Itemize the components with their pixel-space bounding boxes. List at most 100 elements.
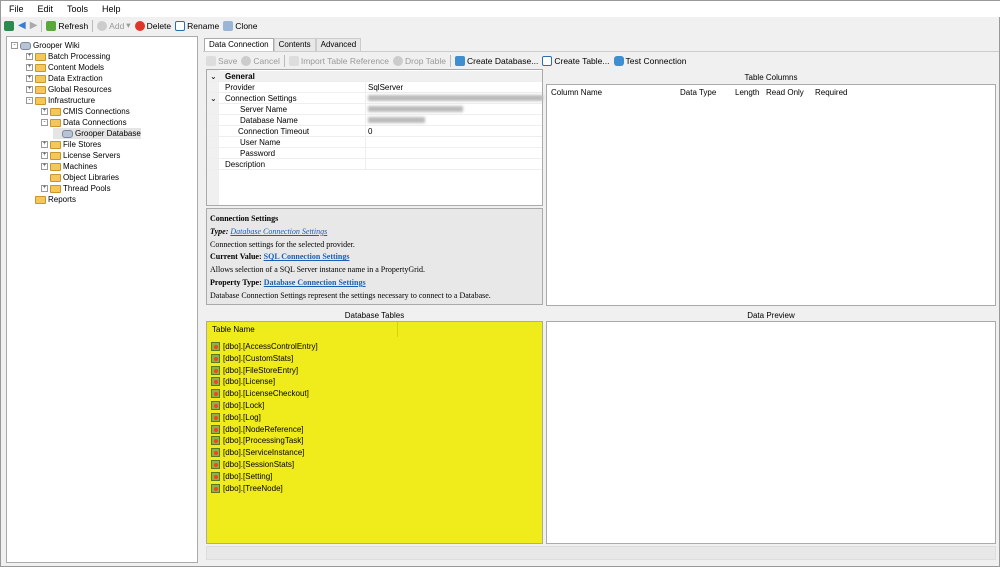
property-password[interactable]: Password — [207, 148, 542, 159]
table-list-item[interactable]: [dbo].[AccessControlEntry] — [211, 341, 318, 352]
back-icon[interactable]: ◀ — [18, 20, 26, 31]
data-preview-panel[interactable] — [546, 321, 996, 544]
tree-node[interactable]: + Batch Processing — [26, 51, 110, 62]
column-header[interactable]: Required — [815, 88, 847, 97]
property-provider[interactable]: Provider SqlServer — [207, 82, 542, 93]
tab-advanced[interactable]: Advanced — [315, 38, 362, 51]
table-list-item[interactable]: [dbo].[CustomStats] — [211, 353, 293, 364]
drop-table-button[interactable]: Drop Table — [393, 55, 446, 66]
database-test-icon — [613, 55, 624, 66]
property-grid[interactable]: ⌄ General Provider SqlServer ⌄ Connection S… — [206, 69, 543, 206]
expand-icon[interactable]: + — [41, 141, 48, 148]
property-connection-timeout[interactable]: Connection Timeout 0 — [207, 126, 542, 137]
column-header[interactable]: Data Type — [680, 88, 716, 97]
table-name-header[interactable]: Table Name — [212, 325, 255, 334]
expand-icon[interactable]: + — [41, 163, 48, 170]
tree-node[interactable]: - Data Connections — [41, 117, 127, 128]
node-tree[interactable]: - Grooper Wiki + Batch Processing + Content M… — [6, 36, 198, 563]
table-name: [dbo].[Setting] — [223, 471, 273, 481]
tree-node[interactable]: + Content Models — [26, 62, 104, 73]
table-list-item[interactable]: [dbo].[SessionStats] — [211, 459, 294, 470]
property-server-name[interactable]: Server Name — [207, 104, 542, 115]
current-value-link[interactable]: SQL Connection Settings — [264, 252, 350, 261]
tree-node[interactable]: + License Servers — [41, 150, 120, 161]
table-list-item[interactable]: [dbo].[Setting] — [211, 471, 272, 482]
type-link[interactable]: Database Connection Settings — [230, 227, 327, 236]
import-table-reference-button[interactable]: Import Table Reference — [288, 55, 389, 66]
table-list-item[interactable]: [dbo].[FileStoreEntry] — [211, 365, 298, 376]
expand-icon[interactable]: + — [26, 64, 33, 71]
tree-node[interactable]: Object Libraries — [41, 172, 119, 183]
property-database-name[interactable]: Database Name — [207, 115, 542, 126]
tab-contents[interactable]: Contents — [273, 38, 316, 51]
menu-edit[interactable]: Edit — [38, 4, 54, 14]
table-icon — [211, 401, 220, 410]
expand-icon[interactable]: + — [26, 86, 33, 93]
clone-button[interactable]: Clone — [223, 20, 258, 31]
test-connection-button[interactable]: Test Connection — [613, 55, 686, 66]
tree-node-label: Infrastructure — [48, 96, 96, 105]
database-tables-list[interactable]: Table Name [dbo].[AccessControlEntry] [db… — [206, 321, 543, 544]
tree-node[interactable]: + File Stores — [41, 139, 101, 150]
expand-icon[interactable]: + — [41, 108, 48, 115]
collapse-icon[interactable]: - — [11, 42, 18, 49]
add-icon — [97, 20, 108, 31]
tree-node[interactable]: Reports — [26, 194, 76, 205]
tree-node[interactable]: + Thread Pools — [41, 183, 111, 194]
cancel-button[interactable]: Cancel — [241, 55, 280, 66]
save-button[interactable]: Save — [206, 55, 237, 66]
create-database-button[interactable]: Create Database... — [455, 55, 538, 66]
tree-node[interactable]: + Data Extraction — [26, 73, 103, 84]
expand-icon[interactable]: + — [41, 185, 48, 192]
table-columns-list[interactable]: Column Name Data Type Length Read Only R… — [546, 84, 996, 306]
tree-node[interactable]: - Grooper Wiki — [11, 40, 80, 51]
table-icon — [211, 342, 220, 351]
add-button[interactable]: Add ▾ — [97, 20, 131, 31]
table-list-item[interactable]: [dbo].[ProcessingTask] — [211, 435, 303, 446]
table-name: [dbo].[License] — [223, 377, 276, 387]
forward-icon[interactable]: ▶ — [30, 20, 38, 31]
column-header[interactable]: Column Name — [551, 88, 602, 97]
create-table-button[interactable]: Create Table... — [542, 55, 610, 66]
table-list-item[interactable]: [dbo].[Lock] — [211, 400, 264, 411]
horizontal-scrollbar[interactable] — [206, 546, 996, 560]
main-toolbar: ◀ ▶ Refresh Add ▾ Delete Rename Clone — [1, 17, 1000, 34]
expand-icon[interactable]: + — [26, 75, 33, 82]
table-list-item[interactable]: [dbo].[TreeNode] — [211, 483, 283, 494]
expand-icon[interactable]: + — [26, 53, 33, 60]
table-list-item[interactable]: [dbo].[Log] — [211, 412, 261, 423]
table-list-item[interactable]: [dbo].[License] — [211, 376, 275, 387]
menu-help[interactable]: Help — [102, 4, 121, 14]
delete-button[interactable]: Delete — [134, 20, 171, 31]
property-type-link[interactable]: Database Connection Settings — [264, 278, 366, 287]
table-name: [dbo].[FileStoreEntry] — [223, 365, 299, 375]
collapse-icon[interactable]: - — [41, 119, 48, 126]
menu-tools[interactable]: Tools — [67, 4, 88, 14]
tree-node-label: Grooper Database — [75, 129, 141, 138]
tab-data-connection[interactable]: Data Connection — [204, 38, 274, 51]
rename-button[interactable]: Rename — [175, 20, 219, 31]
table-list-item[interactable]: [dbo].[NodeReference] — [211, 424, 304, 435]
column-header[interactable]: Read Only — [766, 88, 804, 97]
property-connection-settings[interactable]: ⌄ Connection Settings — [207, 93, 543, 104]
redacted-value — [368, 95, 543, 101]
property-description[interactable]: Description — [207, 159, 542, 170]
folder-icon — [35, 74, 46, 83]
tree-node[interactable]: + Global Resources — [26, 84, 112, 95]
tree-node[interactable]: - Infrastructure — [26, 95, 95, 106]
folder-icon — [35, 195, 46, 204]
refresh-button[interactable]: Refresh — [46, 20, 88, 31]
tree-node[interactable]: Grooper Database — [53, 128, 141, 139]
table-list-item[interactable]: [dbo].[ServiceInstance] — [211, 447, 304, 458]
category-general[interactable]: ⌄ General — [207, 71, 542, 82]
tree-node[interactable]: + Machines — [41, 161, 97, 172]
tree-node[interactable]: + CMIS Connections — [41, 106, 130, 117]
column-header[interactable]: Length — [735, 88, 759, 97]
navigate-icon[interactable] — [4, 20, 14, 31]
menu-file[interactable]: File — [9, 4, 24, 14]
collapse-icon[interactable]: - — [26, 97, 33, 104]
property-user-name[interactable]: User Name — [207, 137, 542, 148]
expand-icon[interactable]: + — [41, 152, 48, 159]
table-list-item[interactable]: [dbo].[LicenseCheckout] — [211, 388, 309, 399]
tab-strip: Data Connection Contents Advanced — [204, 38, 362, 51]
